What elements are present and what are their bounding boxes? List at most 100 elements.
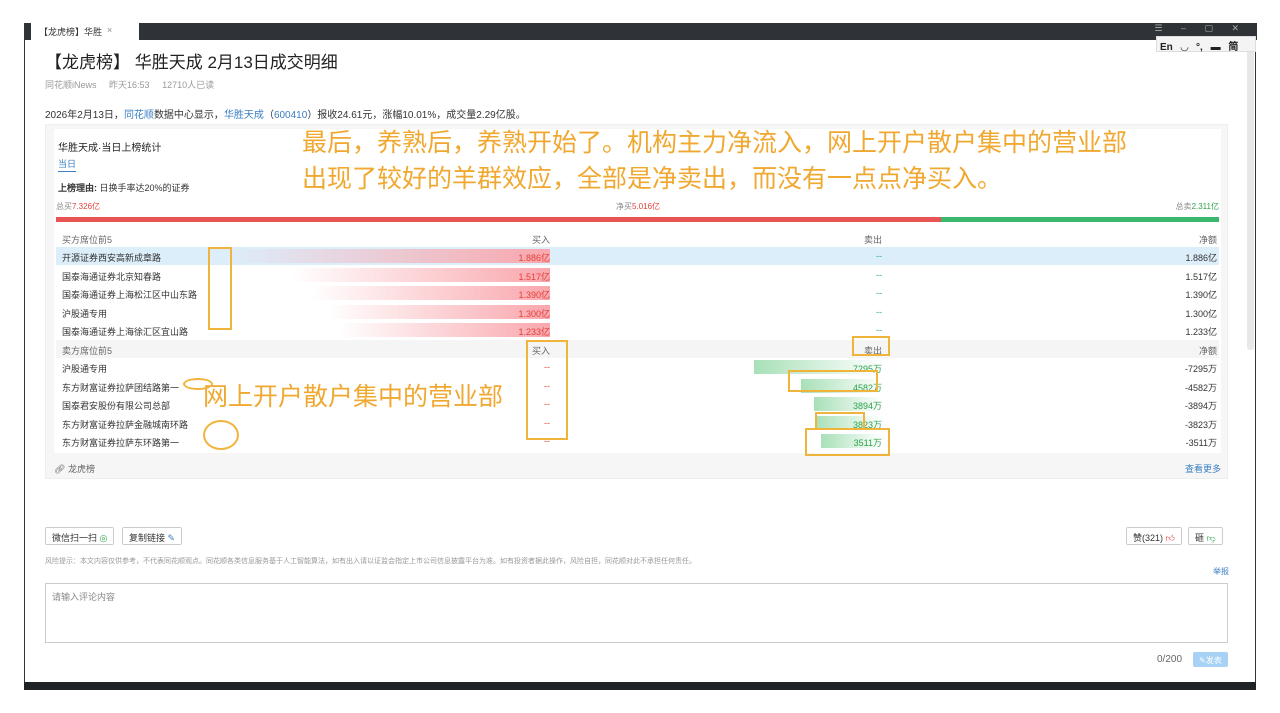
report-link[interactable]: 举报: [1213, 566, 1229, 577]
intro-text: 2026年2月13日，: [45, 110, 124, 121]
net-buy-label: 净买: [616, 202, 632, 211]
annotation-box-sell-5: [805, 428, 890, 456]
cell-name[interactable]: 国泰海通证券上海徐汇区宜山路: [62, 325, 188, 338]
ime-lang[interactable]: En: [1160, 42, 1173, 53]
reason-text: 日换手率达20%的证券: [97, 183, 190, 193]
cell-net: -4582万: [1184, 382, 1217, 393]
cell-net: 1.886亿: [1185, 253, 1217, 263]
header-net: 净额: [1198, 235, 1217, 245]
cell-buy: 1.233亿: [518, 327, 550, 338]
window-controls[interactable]: ☰ – ▢ ✕: [1154, 23, 1247, 34]
cell-name[interactable]: 国泰海通证券上海松江区中山东路: [62, 288, 197, 301]
copy-link-button[interactable]: 复制链接 ✎: [122, 527, 183, 545]
article-intro: 2026年2月13日，同花顺数据中心显示，华胜天成（600410）报收24.61…: [45, 106, 526, 121]
annotation-top-line2: 出现了较好的羊群效应，全部是净卖出，而没有一点点净买入。: [302, 165, 1003, 193]
cell-name[interactable]: 东方财富证券拉萨东环路第一: [62, 436, 179, 449]
taskbar: [24, 682, 1256, 690]
cell-net: -3823万: [1184, 419, 1217, 430]
cell-sell: --: [876, 325, 882, 336]
title-bar: 【龙虎榜】华胜 × ☰ – ▢ ✕: [25, 23, 1257, 40]
intro-text: （: [263, 110, 274, 121]
like-label: 赞(321): [1133, 533, 1164, 543]
net-buy: 净买5.016亿: [616, 201, 660, 212]
tab-close-icon[interactable]: ×: [107, 25, 112, 35]
ime-mode[interactable]: 简: [1228, 42, 1238, 53]
annotation-box-sell-buycol: [526, 340, 568, 440]
total-buy-value: 7.326亿: [72, 202, 101, 211]
wechat-icon: ◎: [99, 533, 108, 543]
page-title: 【龙虎榜】 华胜天成 2月13日成交明细: [45, 53, 338, 72]
annotation-top-line1: 最后，养熟后，养熟开始了。机构主力净流入，网上开户散户集中的营业部: [302, 129, 1128, 157]
cell-name[interactable]: 东方财富证券拉萨金融城南环路: [62, 418, 188, 431]
view-more-link[interactable]: 查看更多: [1185, 462, 1221, 475]
sell-table-header: 卖方席位前5 买入 卖出 净额: [56, 340, 1219, 358]
cell-net: 1.390亿: [1185, 290, 1217, 301]
cell-name[interactable]: 东方财富证券拉萨团结路第一: [62, 381, 179, 394]
intro-link-stock[interactable]: 华胜天成: [224, 110, 264, 121]
intro-text: ）报收24.61元，涨幅10.01%，成交量2.29亿股。: [307, 110, 526, 121]
tab-label: 【龙虎榜】华胜: [39, 27, 103, 37]
lhb-footer[interactable]: 🔗︎ 龙虎榜: [54, 462, 95, 475]
cell-sell: --: [876, 288, 882, 299]
total-sell: 总卖2.311亿: [1176, 201, 1219, 212]
sell-ratio-bar: [941, 217, 1219, 222]
list-reason: 上榜理由: 日换手率达20%的证券: [58, 181, 190, 194]
ime-keyboard-icon[interactable]: ▬: [1211, 42, 1221, 53]
annotation-side: 网上开户散户集中的营业部: [203, 383, 504, 411]
ime-moon-icon[interactable]: ◡: [1181, 42, 1189, 53]
thumb-down-icon: 👎︎: [1206, 533, 1216, 543]
wechat-label: 微信扫一扫: [52, 533, 98, 543]
reason-label: 上榜理由:: [58, 183, 97, 193]
annotation-box-sell-header: [852, 336, 890, 356]
comment-input[interactable]: 请输入评论内容: [45, 583, 1228, 643]
table-row[interactable]: 沪股通专用 -- 7295万 -7295万: [56, 358, 1219, 376]
cell-buy: 1.300亿: [518, 308, 550, 319]
send-button[interactable]: ✎发表: [1193, 652, 1228, 667]
cell-sell: --: [876, 306, 882, 317]
cell-net: -3894万: [1184, 401, 1217, 412]
lhb-footer-label: 龙虎榜: [67, 464, 95, 474]
buy-ratio-bar: [56, 217, 941, 222]
cell-name[interactable]: 沪股通专用: [62, 307, 107, 320]
like-button[interactable]: 赞(321) 👍︎: [1126, 527, 1182, 545]
ime-punct-icon[interactable]: °,: [1196, 42, 1203, 53]
buy-table-header: 买方席位前5 买入 卖出 净额: [56, 229, 1219, 247]
cell-net: 1.300亿: [1185, 308, 1217, 319]
total-sell-label: 总卖: [1175, 202, 1192, 211]
tab-today[interactable]: 当日: [58, 157, 77, 172]
scrollbar[interactable]: [1247, 40, 1254, 350]
total-buy: 总买7.326亿: [56, 201, 100, 212]
annotation-ellipse-2: [203, 420, 239, 450]
intro-link-ths[interactable]: 同花顺: [124, 110, 154, 121]
article-time: 昨天16:53: [109, 80, 150, 90]
cell-name[interactable]: 国泰海通证券北京知春路: [62, 270, 161, 283]
link-icon: 🔗︎: [54, 464, 66, 474]
header-name: 买方席位前5: [62, 235, 113, 245]
article-source[interactable]: 同花顺iNews: [45, 80, 97, 90]
header-net: 净额: [1198, 346, 1217, 356]
total-sell-value: 2.311亿: [1191, 202, 1219, 211]
cell-net: -3511万: [1185, 438, 1217, 449]
cell-name[interactable]: 开源证券西安高新成章路: [62, 251, 161, 264]
cell-net: 1.517亿: [1185, 271, 1217, 282]
header-name: 卖方席位前5: [62, 346, 113, 356]
cell-name[interactable]: 沪股通专用: [62, 362, 107, 375]
intro-link-code[interactable]: 600410: [274, 110, 307, 121]
comment-count: 0/200: [1157, 654, 1183, 665]
cell-name[interactable]: 国泰君安股份有限公司总部: [62, 399, 170, 412]
cell-sell: --: [876, 269, 882, 280]
cell-buy: 1.390亿: [518, 290, 550, 301]
annotation-box-sell-2: [788, 370, 878, 392]
copy-label: 复制链接: [129, 533, 166, 543]
tab-article[interactable]: 【龙虎榜】华胜 ×: [31, 23, 139, 40]
dislike-button[interactable]: 砸 👎︎: [1188, 527, 1223, 545]
net-buy-value: 5.016亿: [632, 202, 661, 211]
cell-buy: 1.517亿: [518, 271, 550, 282]
panel-title: 华胜天成·当日上榜统计: [58, 143, 162, 154]
wechat-share-button[interactable]: 微信扫一扫 ◎: [45, 527, 115, 545]
annotation-box-buy-names: [208, 247, 232, 330]
article-meta: 同花顺iNews 昨天16:53 12710人已读: [45, 78, 224, 91]
annotation-ellipse-1: [183, 378, 213, 390]
total-buy-label: 总买: [56, 202, 72, 211]
ime-toolbar[interactable]: En ◡ °, ▬ 简: [1156, 36, 1256, 53]
